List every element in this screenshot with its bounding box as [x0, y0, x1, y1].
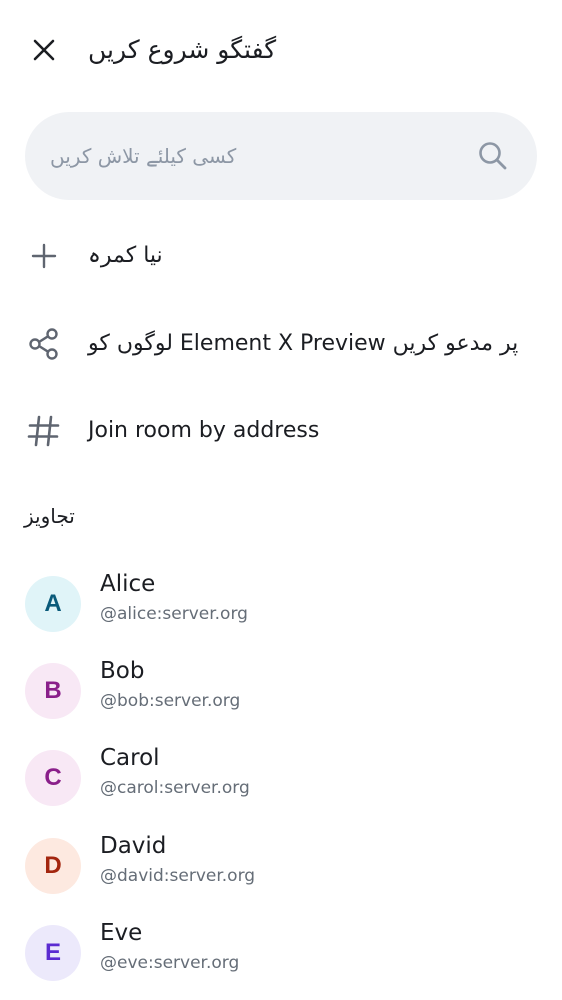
user-id: @bob:server.org: [100, 691, 241, 711]
share-icon: [24, 328, 64, 360]
join-room-label: Join room by address: [88, 418, 320, 443]
start-chat-screen: گفتگو شروع کریں نیا کمرہ لوگوں کو Elemen: [0, 0, 562, 1000]
user-name: Bob: [100, 658, 145, 684]
join-room-by-address-button[interactable]: Join room by address: [0, 396, 562, 466]
user-name: Carol: [100, 745, 160, 771]
user-name: Eve: [100, 920, 143, 946]
avatar: B: [25, 663, 81, 719]
user-name: David: [100, 833, 167, 859]
user-id: @carol:server.org: [100, 778, 250, 798]
suggestion-item[interactable]: D David @david:server.org: [0, 827, 562, 907]
search-bar[interactable]: [25, 112, 537, 200]
avatar-initial: B: [44, 677, 62, 704]
suggestion-item[interactable]: B Bob @bob:server.org: [0, 652, 562, 732]
invite-people-label: لوگوں کو Element X Preview پر مدعو کریں: [88, 331, 519, 356]
avatar: E: [25, 925, 81, 981]
avatar-initial: C: [44, 764, 62, 791]
suggestions-header: تجاویز: [24, 504, 75, 528]
top-app-bar: گفتگو شروع کریں: [0, 0, 562, 100]
avatar-initial: E: [44, 939, 61, 966]
page-title: گفتگو شروع کریں: [88, 35, 277, 64]
user-id: @david:server.org: [100, 866, 256, 886]
close-icon: [33, 39, 55, 61]
suggestion-item[interactable]: E Eve @eve:server.org: [0, 914, 562, 994]
user-id: @eve:server.org: [100, 953, 240, 973]
search-input[interactable]: [50, 112, 470, 200]
avatar: D: [25, 838, 81, 894]
suggestion-item[interactable]: A Alice @alice:server.org: [0, 565, 562, 645]
avatar: C: [25, 750, 81, 806]
new-room-button[interactable]: نیا کمرہ: [0, 221, 562, 291]
user-name: Alice: [100, 571, 156, 597]
invite-people-button[interactable]: لوگوں کو Element X Preview پر مدعو کریں: [0, 309, 562, 379]
suggestion-item[interactable]: C Carol @carol:server.org: [0, 739, 562, 819]
avatar-initial: D: [44, 852, 62, 879]
close-button[interactable]: [24, 30, 64, 70]
new-room-label: نیا کمرہ: [88, 243, 163, 268]
user-id: @alice:server.org: [100, 604, 248, 624]
avatar: A: [25, 576, 81, 632]
plus-icon: [24, 240, 64, 272]
avatar-initial: A: [44, 590, 62, 617]
search-icon: [479, 142, 507, 170]
hash-icon: [24, 415, 64, 447]
